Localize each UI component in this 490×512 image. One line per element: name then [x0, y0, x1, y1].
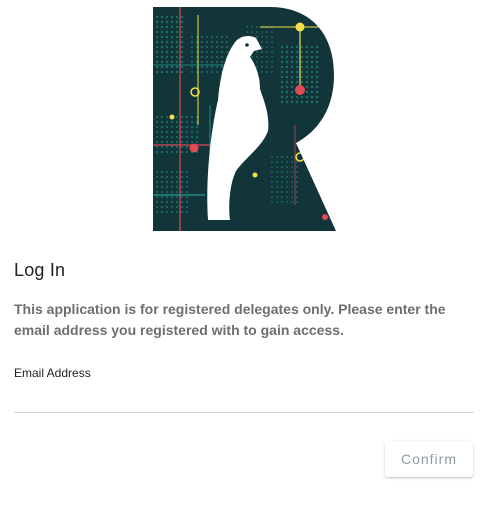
r-eagle-logo-icon: [153, 7, 336, 231]
email-field[interactable]: [14, 382, 474, 413]
logo: [150, 5, 338, 233]
login-description: This application is for registered deleg…: [14, 301, 446, 338]
page-title: Log In: [14, 260, 66, 280]
confirm-button[interactable]: Confirm: [385, 441, 473, 477]
email-label: Email Address: [14, 366, 91, 380]
login-page: Log In This application is for registere…: [0, 0, 490, 512]
